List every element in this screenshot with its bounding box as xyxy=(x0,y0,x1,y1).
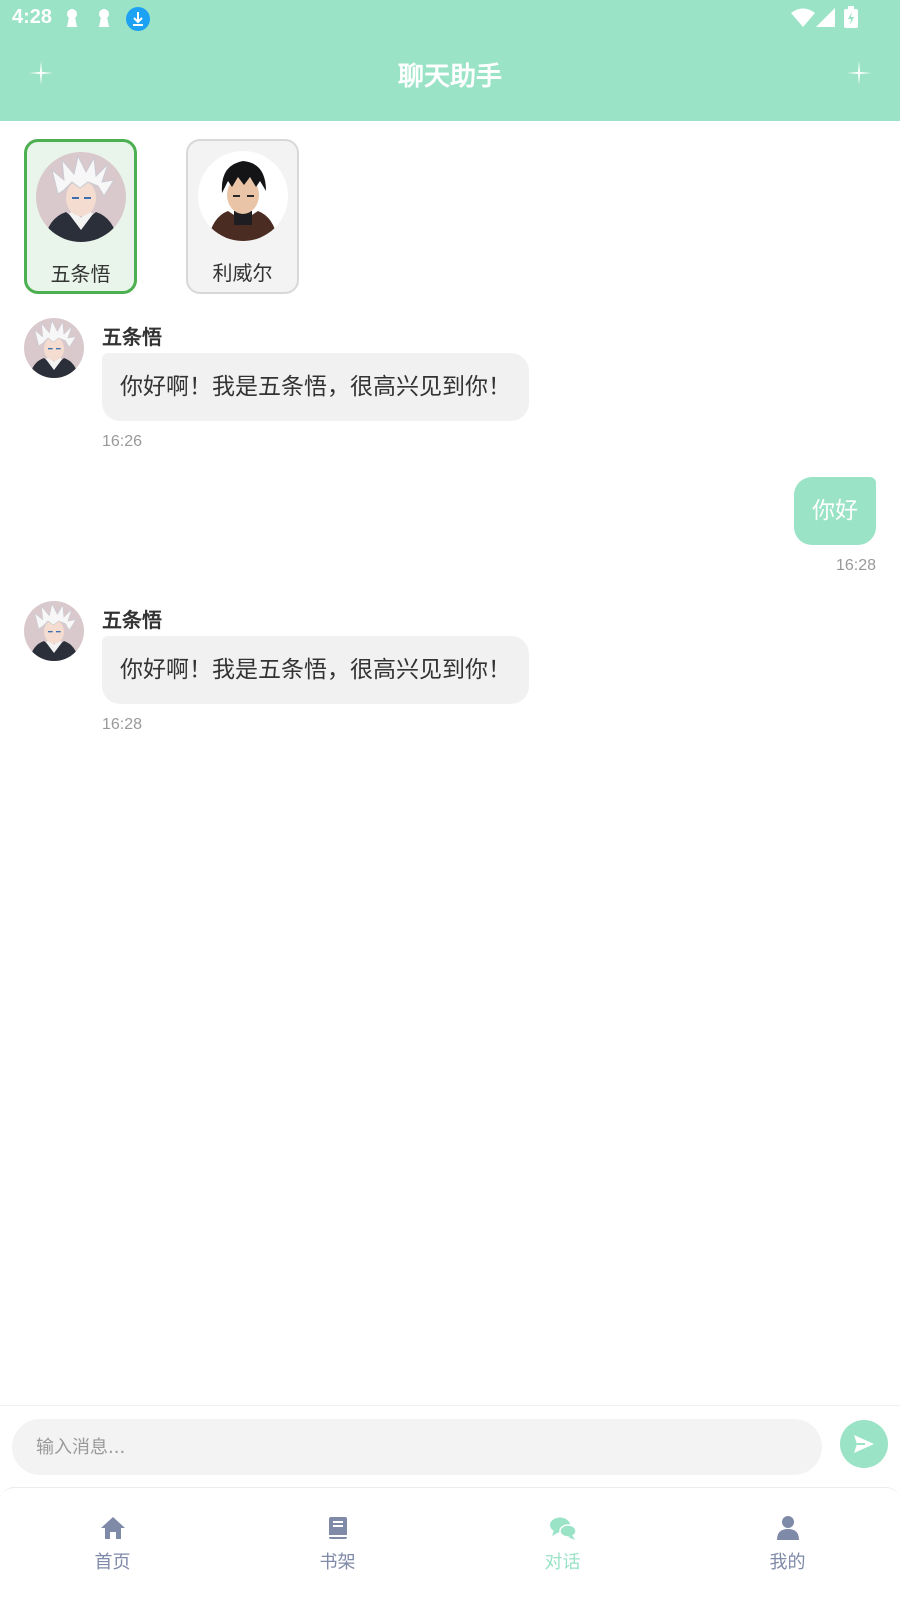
sparkle-icon[interactable] xyxy=(844,58,874,88)
chat-icon xyxy=(549,1517,577,1540)
bottom-tab-bar: 首页 书架 对话 我的 xyxy=(0,1487,900,1600)
sender-name: 五条悟 xyxy=(102,608,162,632)
keyhole-icon xyxy=(67,9,77,27)
avatar xyxy=(24,601,84,661)
keyhole-icon xyxy=(99,9,109,27)
character-card-gojo[interactable]: 五条悟 xyxy=(24,139,137,294)
tab-label: 对话 xyxy=(544,1552,581,1573)
book-icon xyxy=(328,1517,347,1539)
signal-icon xyxy=(816,8,835,27)
message-bubble: 你好啊！我是五条悟，很高兴见到你！ xyxy=(102,636,529,704)
status-bar: 4:28 xyxy=(0,0,900,36)
message-bubble: 你好 xyxy=(794,477,876,545)
tab-label: 书架 xyxy=(319,1552,356,1573)
battery-icon xyxy=(844,6,858,28)
send-button[interactable] xyxy=(840,1420,888,1468)
app-header: 4:28 聊天助手 xyxy=(0,0,900,121)
message-composer xyxy=(0,1405,900,1487)
character-name: 五条悟 xyxy=(50,262,111,286)
tab-home[interactable]: 首页 xyxy=(0,1488,225,1600)
avatar xyxy=(197,151,288,241)
status-time: 4:28 xyxy=(12,6,53,28)
sender-name: 五条悟 xyxy=(102,325,162,349)
character-name: 利威尔 xyxy=(212,261,273,285)
avatar xyxy=(35,152,126,242)
page-title: 聊天助手 xyxy=(397,62,502,92)
wifi-icon xyxy=(791,8,815,27)
tab-profile[interactable]: 我的 xyxy=(675,1488,900,1600)
message-bubble: 你好啊！我是五条悟，很高兴见到你！ xyxy=(102,353,529,421)
tab-label: 首页 xyxy=(94,1552,131,1573)
download-icon xyxy=(126,7,150,31)
message-input[interactable] xyxy=(12,1419,822,1475)
character-card-levi[interactable]: 利威尔 xyxy=(186,139,299,294)
avatar xyxy=(24,318,84,378)
message-time: 16:28 xyxy=(835,557,876,574)
message-time: 16:26 xyxy=(102,433,143,450)
user-icon xyxy=(776,1516,799,1540)
message-time: 16:28 xyxy=(102,716,143,733)
home-icon xyxy=(100,1517,125,1539)
tab-chat[interactable]: 对话 xyxy=(450,1488,675,1600)
tab-label: 我的 xyxy=(769,1552,806,1573)
tab-bookshelf[interactable]: 书架 xyxy=(225,1488,450,1600)
send-icon xyxy=(854,1435,874,1453)
